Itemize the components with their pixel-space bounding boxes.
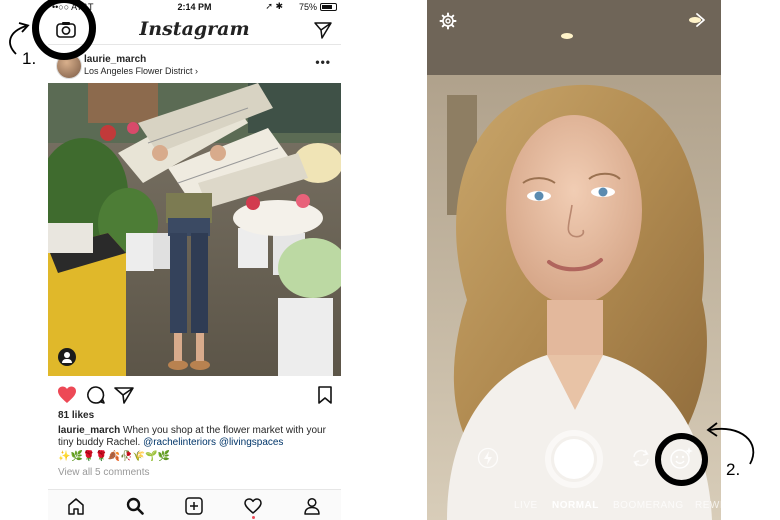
bookmark-icon[interactable] <box>314 384 336 406</box>
activity-icon[interactable] <box>243 496 263 516</box>
like-count[interactable]: 81 likes <box>58 410 94 421</box>
search-icon[interactable] <box>125 496 145 516</box>
more-options-icon[interactable]: ••• <box>315 55 331 69</box>
clock: 2:14 PM <box>177 2 212 12</box>
caption-username[interactable]: laurie_march <box>58 425 120 436</box>
bluetooth-icon: ➚ ✱ <box>265 1 283 11</box>
mode-rewind[interactable]: REWI <box>695 500 721 511</box>
post-header: laurie_march Los Angeles Flower District… <box>48 50 341 80</box>
post-caption: laurie_march When you shop at the flower… <box>58 425 334 449</box>
mode-boomerang[interactable]: BOOMERANG <box>613 500 684 511</box>
annotation-label-step-1: 1. <box>22 49 37 68</box>
settings-gear-icon[interactable] <box>439 12 457 30</box>
flash-icon[interactable] <box>477 447 499 469</box>
home-icon[interactable] <box>66 496 86 516</box>
instagram-feed-screen: ••○○ AT&T 2:14 PM ➚ ✱ 75% Instagram laur… <box>48 0 341 520</box>
annotation-label-step-2: 2. <box>726 460 741 479</box>
mode-normal[interactable]: NORMAL <box>552 500 599 511</box>
post-actions <box>48 382 341 406</box>
post-location[interactable]: Los Angeles Flower District › <box>84 66 198 76</box>
mention-link[interactable]: @rachelinteriors <box>143 437 216 448</box>
direct-message-icon[interactable] <box>313 20 333 40</box>
post-photo[interactable] <box>48 83 341 376</box>
add-post-icon[interactable] <box>184 496 204 516</box>
camera-mode-selector: LIVE NORMAL BOOMERANG REWI <box>427 500 721 516</box>
battery-icon <box>320 3 337 11</box>
mode-live[interactable]: LIVE <box>514 500 538 511</box>
post-username[interactable]: laurie_march <box>84 54 146 65</box>
chevron-right-icon[interactable] <box>693 12 707 28</box>
profile-icon[interactable] <box>302 496 322 516</box>
post-location-text: Los Angeles Flower District <box>84 66 193 76</box>
notification-dot <box>252 516 255 519</box>
mention-link[interactable]: @livingspaces <box>219 437 284 448</box>
view-comments-link[interactable]: View all 5 comments <box>58 467 150 478</box>
heart-icon[interactable] <box>56 384 78 406</box>
flip-camera-icon[interactable] <box>630 448 652 468</box>
share-icon[interactable] <box>113 384 135 406</box>
bottom-tab-bar <box>48 489 341 520</box>
capture-button[interactable] <box>545 430 603 488</box>
caption-emoji-line: ✨🌿🌹🌹🍂🥀🌾🌱🌿 <box>58 451 171 462</box>
battery-percent: 75% <box>298 2 317 12</box>
tagged-user-icon[interactable] <box>58 348 76 366</box>
comment-icon[interactable] <box>85 384 107 406</box>
